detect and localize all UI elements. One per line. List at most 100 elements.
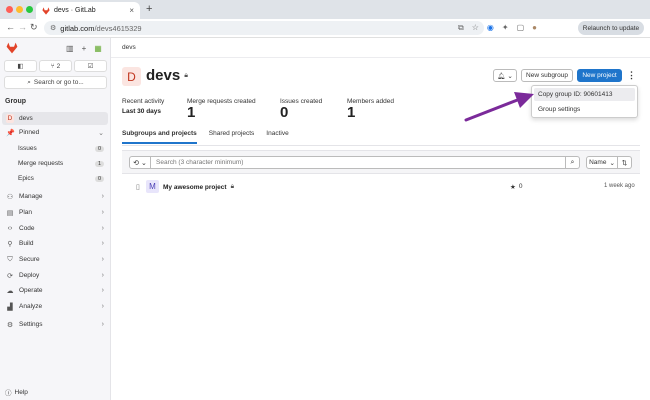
shield-icon: ⛉ bbox=[7, 255, 13, 263]
recent-searches-button[interactable]: ⟲ ⌄ bbox=[129, 156, 151, 169]
collapse-sidebar-icon[interactable]: ▥ bbox=[66, 44, 74, 53]
chevron-down-icon: ⌄ bbox=[507, 72, 513, 80]
tab-close-icon[interactable]: × bbox=[129, 6, 134, 15]
search-button[interactable]: ⌕ Search or go to... bbox=[4, 76, 107, 89]
sort-direction-icon: ⇅ bbox=[621, 159, 628, 167]
todo-icon: ☑ bbox=[87, 63, 94, 70]
chevron-down-icon: ⌄ bbox=[141, 159, 147, 167]
forward-icon[interactable]: → bbox=[18, 22, 27, 32]
group-title-text: devs bbox=[146, 67, 181, 84]
sidebar-item-label: Merge requests bbox=[18, 160, 64, 167]
project-avatar[interactable]: M bbox=[146, 180, 159, 193]
code-icon: ‹› bbox=[7, 225, 13, 232]
chevron-right-icon: › bbox=[101, 193, 104, 200]
user-avatar-icon[interactable]: ▦ bbox=[94, 44, 102, 53]
more-actions-icon[interactable]: ⋮ bbox=[627, 70, 636, 81]
bell-icon: 🔔︎ bbox=[497, 72, 506, 80]
history-icon: ⟲ bbox=[133, 159, 139, 167]
extension-icon[interactable]: ◉ bbox=[487, 23, 494, 33]
pin-icon: 📌 bbox=[6, 129, 15, 137]
address-bar[interactable]: ⚙ gitlab.com/devs4615329 bbox=[44, 21, 484, 35]
group-avatar: D bbox=[122, 67, 141, 86]
search-submit-button[interactable]: ⌕ bbox=[566, 156, 580, 169]
merge-count: 2 bbox=[56, 62, 61, 70]
profile-avatar-icon[interactable]: ● bbox=[532, 23, 537, 33]
sidebar-item-epics[interactable]: Epics 0 bbox=[2, 172, 108, 185]
star-count-value: 0 bbox=[518, 183, 523, 190]
plan-icon: ▤ bbox=[6, 209, 14, 217]
site-info-icon[interactable]: ⚙ bbox=[50, 24, 56, 32]
sidebar-item-manage[interactable]: ⚇ Manage › bbox=[2, 190, 108, 203]
help-button[interactable]: ⓘ Help bbox=[5, 387, 28, 398]
close-window-button[interactable] bbox=[6, 6, 13, 13]
divider bbox=[122, 145, 640, 146]
help-label: Help bbox=[14, 388, 28, 396]
sidebar-item-pinned[interactable]: 📌 Pinned ⌄ bbox=[2, 126, 108, 139]
browser-tab[interactable]: devs · GitLab × bbox=[36, 2, 140, 19]
merge-requests-created-value: 1 bbox=[187, 104, 196, 121]
divider bbox=[111, 57, 650, 58]
sort-direction-button[interactable]: ⇅ bbox=[618, 156, 632, 169]
sidebar-item-settings[interactable]: ⚙ Settings › bbox=[2, 318, 108, 331]
gitlab-logo-icon[interactable] bbox=[6, 42, 18, 54]
issues-created-value: 0 bbox=[280, 104, 289, 121]
sidebar-item-label: Analyze bbox=[19, 303, 43, 310]
cloud-icon: ☁ bbox=[6, 287, 14, 295]
maximize-window-button[interactable] bbox=[26, 6, 33, 13]
relaunch-button[interactable]: Relaunch to update bbox=[578, 21, 644, 35]
sidebar-item-analyze[interactable]: ▟ Analyze › bbox=[2, 300, 108, 313]
sort-dropdown[interactable]: Name ⌄ bbox=[586, 156, 618, 169]
count-badge: 0 bbox=[94, 145, 104, 152]
star-count[interactable]: ★ 0 bbox=[510, 183, 522, 191]
tab-inactive[interactable]: Inactive bbox=[266, 130, 288, 144]
sidebar-item-label: Epics bbox=[18, 175, 34, 182]
members-added-value: 1 bbox=[347, 104, 356, 121]
issues-counter-button[interactable]: ◧ bbox=[4, 60, 37, 72]
new-project-button[interactable]: New project bbox=[577, 69, 622, 82]
sidebar-item-issues[interactable]: Issues 0 bbox=[2, 142, 108, 155]
browser-extension-icons: ⧉ ☆ ◉ ✦ ▢ ● bbox=[458, 23, 537, 33]
sidebar-item-plan[interactable]: ▤ Plan › bbox=[2, 206, 108, 219]
project-name-link[interactable]: My awesome project 🔒︎ bbox=[163, 183, 234, 191]
sidebar-item-secure[interactable]: ⛉ Secure › bbox=[2, 253, 108, 266]
todo-counter-button[interactable]: ☑ bbox=[74, 60, 107, 72]
sidebar-item-merge-requests[interactable]: Merge requests 1 bbox=[2, 157, 108, 170]
copy-group-id-item[interactable]: Copy group ID: 90601413 bbox=[534, 88, 635, 101]
cast-icon[interactable]: ⧉ bbox=[458, 23, 464, 33]
sidebar-item-code[interactable]: ‹› Code › bbox=[2, 222, 108, 235]
sidebar-item-label: Plan bbox=[19, 209, 33, 216]
puzzle-icon[interactable]: ✦ bbox=[502, 23, 509, 33]
sidebar-item-deploy[interactable]: ⟳ Deploy › bbox=[2, 269, 108, 282]
chevron-down-icon: ⌄ bbox=[609, 159, 615, 167]
search-input[interactable]: Search (3 character minimum) bbox=[151, 156, 566, 169]
minimize-window-button[interactable] bbox=[16, 6, 23, 13]
chevron-right-icon: › bbox=[101, 240, 104, 247]
group-settings-item[interactable]: Group settings bbox=[534, 103, 635, 116]
help-icon: ⓘ bbox=[5, 390, 12, 397]
chevron-right-icon: › bbox=[101, 256, 104, 263]
breadcrumb[interactable]: devs bbox=[122, 44, 136, 51]
create-new-icon[interactable]: + bbox=[82, 44, 87, 53]
new-subgroup-button[interactable]: New subgroup bbox=[521, 69, 573, 82]
search-icon: ⌕ bbox=[27, 78, 31, 86]
tab-shared-projects[interactable]: Shared projects bbox=[209, 130, 255, 144]
chevron-right-icon: › bbox=[101, 272, 104, 279]
pinned-label: Pinned bbox=[19, 129, 40, 136]
tab-subgroups-and-projects[interactable]: Subgroups and projects bbox=[122, 130, 197, 144]
chevron-right-icon: › bbox=[101, 287, 104, 294]
sidebar-item-group[interactable]: D devs bbox=[2, 112, 108, 125]
browser-tab-bar: devs · GitLab × + bbox=[0, 0, 650, 19]
merge-requests-counter-button[interactable]: ⑂ 2 bbox=[39, 60, 72, 72]
sidebar-item-operate[interactable]: ☁ Operate › bbox=[2, 284, 108, 297]
sidebar-item-label: Build bbox=[19, 240, 34, 247]
sidebar-item-label: Issues bbox=[18, 145, 37, 152]
notifications-button[interactable]: 🔔︎ ⌄ bbox=[493, 69, 517, 82]
sidepanel-icon[interactable]: ▢ bbox=[517, 23, 525, 33]
sidebar-item-build[interactable]: ⚲ Build › bbox=[2, 237, 108, 250]
reload-icon[interactable]: ↻ bbox=[30, 22, 38, 33]
back-icon[interactable]: ← bbox=[6, 22, 15, 32]
annotation-arrow-icon bbox=[464, 92, 534, 122]
chevron-down-icon: ⌄ bbox=[98, 129, 104, 137]
bookmark-star-icon[interactable]: ☆ bbox=[472, 23, 479, 33]
new-tab-icon[interactable]: + bbox=[146, 3, 152, 15]
